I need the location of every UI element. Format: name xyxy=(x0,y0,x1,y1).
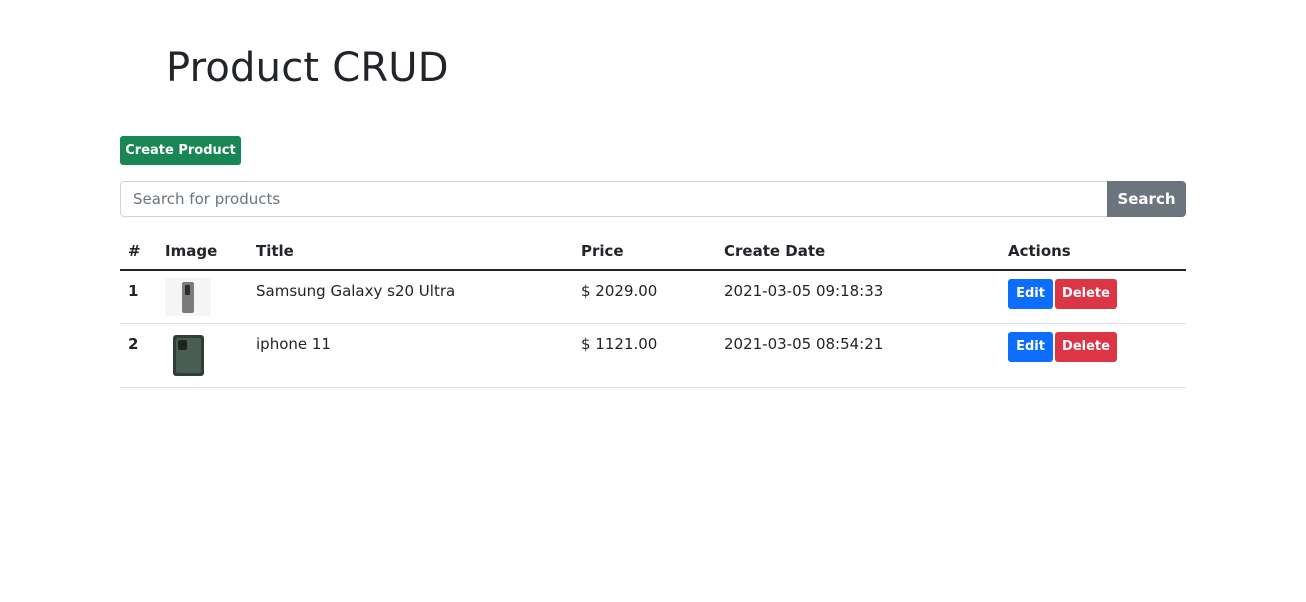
column-header-title: Title xyxy=(248,233,573,271)
row-title: Samsung Galaxy s20 Ultra xyxy=(248,270,573,324)
column-header-image: Image xyxy=(157,233,248,271)
row-create-date: 2021-03-05 08:54:21 xyxy=(716,323,1000,388)
row-image-cell xyxy=(157,323,248,388)
column-header-create-date: Create Date xyxy=(716,233,1000,271)
row-title: iphone 11 xyxy=(248,323,573,388)
row-create-date: 2021-03-05 09:18:33 xyxy=(716,270,1000,324)
table-row: 1 Samsung Galaxy s20 Ultra $ 2029.00 202… xyxy=(120,270,1186,324)
search-button[interactable]: Search xyxy=(1107,181,1186,217)
products-table: # Image Title Price Create Date Actions … xyxy=(120,233,1186,388)
row-actions: Edit Delete xyxy=(1000,323,1186,388)
row-number: 2 xyxy=(120,323,157,388)
search-input[interactable] xyxy=(120,181,1107,217)
table-header-row: # Image Title Price Create Date Actions xyxy=(120,233,1186,271)
row-price: $ 1121.00 xyxy=(573,323,716,388)
column-header-price: Price xyxy=(573,233,716,271)
create-product-button[interactable]: Create Product xyxy=(120,136,241,165)
delete-button[interactable]: Delete xyxy=(1055,332,1117,362)
row-actions: Edit Delete xyxy=(1000,270,1186,324)
edit-button[interactable]: Edit xyxy=(1008,332,1053,362)
samsung-phone-thumbnail xyxy=(165,278,211,316)
delete-button[interactable]: Delete xyxy=(1055,279,1117,309)
table-row: 2 iphone 11 $ 1121.00 2021-03-05 08:54:2… xyxy=(120,323,1186,388)
page-title: Product CRUD xyxy=(166,45,449,91)
column-header-actions: Actions xyxy=(1000,233,1186,271)
search-form: Search xyxy=(120,181,1186,217)
iphone-thumbnail xyxy=(165,332,211,376)
edit-button[interactable]: Edit xyxy=(1008,279,1053,309)
row-image-cell xyxy=(157,270,248,324)
column-header-number: # xyxy=(120,233,157,271)
row-number: 1 xyxy=(120,270,157,324)
row-price: $ 2029.00 xyxy=(573,270,716,324)
